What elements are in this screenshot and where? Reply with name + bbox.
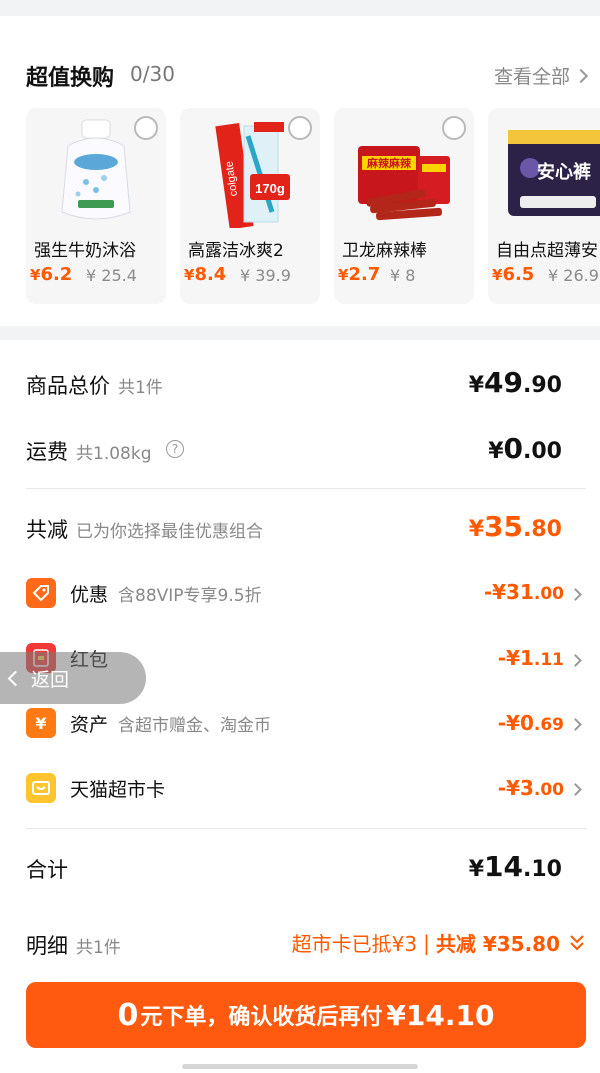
exchange-product-card[interactable]: 安心裤 自由点超薄安 ¥6.5 ¥ 26.9 [488,108,600,304]
sanitary-pad-package-image: 安心裤 [508,130,600,216]
exchange-product-card[interactable]: 强生牛奶沐浴 ¥6.2 ¥ 25.4 [26,108,166,304]
detail-label: 明细 共1件 [26,934,121,958]
exchange-product-list[interactable]: 强生牛奶沐浴 ¥6.2 ¥ 25.4 colgate 170g 高露洁冰爽2 ¥… [26,108,600,304]
red-packet-value: -¥1.11 [497,646,564,670]
goods-total-label: 商品总价 共1件 [26,374,163,398]
product-price: ¥8.4 [184,264,227,285]
product-name: 自由点超薄安 [496,241,598,261]
asset-row-label[interactable]: 资产 含超市赠金、淘金币 [70,710,271,737]
discount-value: ¥35.80 [468,510,562,543]
select-radio[interactable] [442,116,466,140]
exchange-count: 0/30 [130,62,175,86]
reduce-total-text: 共减 ¥35.80 [435,932,560,956]
asset-value: -¥0.69 [497,711,564,735]
product-name: 卫龙麻辣棒 [342,241,427,261]
goods-count: 共1件 [118,378,163,398]
back-button[interactable]: 返回 [0,652,146,704]
place-order-button[interactable]: 0 元下单，确认收货后再付 ¥14.10 [26,982,586,1048]
coupon-value: -¥31.00 [483,580,564,604]
home-indicator [182,1064,418,1069]
supermarket-card-row-label[interactable]: 天猫超市卡 [70,775,175,802]
shipping-value: ¥0.00 [488,432,562,465]
divider [26,488,586,489]
shipping-weight: 共1.08kg [76,444,152,464]
back-label: 返回 [31,668,70,691]
coupon-row-label[interactable]: 优惠 含88VIP专享9.5折 [70,580,262,607]
card-deduct-text: 超市卡已抵¥3 [291,932,418,956]
product-original-price: ¥ 26.9 [548,266,599,285]
shipping-label: 运费 共1.08kg [26,440,152,464]
exchange-product-card[interactable]: 麻辣麻辣 卫龙麻辣棒 ¥2.7 ¥ 8 [334,108,474,304]
product-price: ¥2.7 [338,264,381,285]
svg-text:安心裤: 安心裤 [537,161,591,183]
view-all-label: 查看全部 [493,66,570,88]
product-price: ¥6.5 [492,264,535,285]
total-label: 合计 [26,858,68,882]
tag-icon [26,578,56,608]
help-circle-icon[interactable]: ? [166,440,184,458]
product-original-price: ¥ 25.4 [86,266,137,285]
separator: | [423,930,430,955]
product-name: 强生牛奶沐浴 [34,241,136,261]
chevron-right-icon [573,68,589,83]
supermarket-card-icon [26,773,56,803]
exchange-title: 超值换购 [26,66,115,91]
goods-total-value: ¥49.90 [468,366,562,399]
yen-asset-icon: ¥ [26,708,56,738]
product-original-price: ¥ 8 [390,266,416,285]
view-all-link[interactable]: 查看全部 [493,62,589,89]
previous-card-edge [0,16,600,34]
divider [26,828,586,829]
product-original-price: ¥ 39.9 [240,266,291,285]
select-radio[interactable] [288,116,312,140]
double-chevron-down-icon [568,933,586,953]
discount-label: 共减 已为你选择最佳优惠组合 [26,518,263,542]
discount-hint: 已为你选择最佳优惠组合 [76,522,263,542]
product-price: ¥6.2 [30,264,73,285]
svg-text:170g: 170g [255,181,285,196]
detail-toggle[interactable]: 超市卡已抵¥3 | 共减 ¥35.80 [292,928,586,957]
chevron-left-icon [7,670,24,686]
supermarket-card-value: -¥3.00 [497,776,564,800]
product-name: 高露洁冰爽2 [188,241,284,261]
detail-count: 共1件 [76,938,121,958]
exchange-product-card[interactable]: colgate 170g 高露洁冰爽2 ¥8.4 ¥ 39.9 [180,108,320,304]
select-radio[interactable] [134,116,158,140]
svg-text:麻辣麻辣: 麻辣麻辣 [366,156,412,170]
total-value: ¥14.10 [468,850,562,883]
